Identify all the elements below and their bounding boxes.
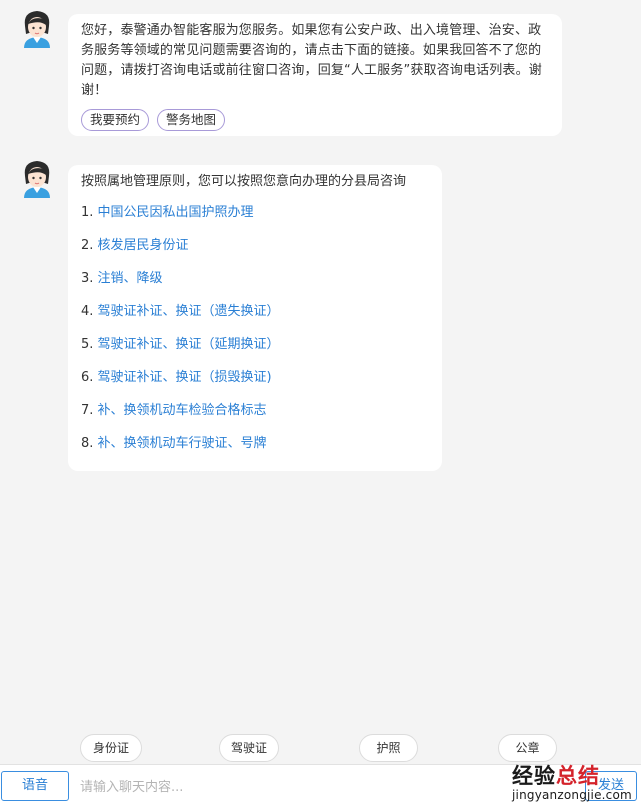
list-number: 3.	[81, 271, 94, 286]
agent-avatar	[24, 11, 50, 48]
quick-reply-passport[interactable]: 护照	[359, 734, 418, 762]
list-item: 1. 中国公民因私出国护照办理	[81, 204, 430, 237]
quick-reply-driver-license[interactable]: 驾驶证	[219, 734, 279, 762]
chat-input[interactable]	[78, 771, 512, 803]
greeting-message-bubble: 您好，泰警通办智能客服为您服务。如果您有公安户政、出入境管理、治安、政务服务等领…	[68, 14, 562, 136]
greeting-action-row: 我要预约 警务地图	[81, 109, 550, 131]
list-number: 8.	[81, 436, 94, 451]
send-button[interactable]: 发送	[585, 771, 637, 801]
list-number: 2.	[81, 238, 94, 253]
reply-intro-text: 按照属地管理原则，您可以按照您意向办理的分县局咨询	[81, 174, 407, 189]
appointment-button[interactable]: 我要预约	[81, 109, 150, 131]
list-number: 7.	[81, 403, 94, 418]
list-item: 3. 注销、降级	[81, 270, 430, 303]
reply-message-bubble: 按照属地管理原则，您可以按照您意向办理的分县局咨询 1. 中国公民因私出国护照办…	[68, 165, 442, 471]
list-number: 1.	[81, 205, 94, 220]
greeting-text: 您好，泰警通办智能客服为您服务。如果您有公安户政、出入境管理、治安、政务服务等领…	[81, 23, 542, 98]
license-damaged-replacement-link[interactable]: 驾驶证补证、换证（损毁换证)	[98, 370, 272, 385]
license-lost-replacement-link[interactable]: 驾驶证补证、换证（遗失换证）	[98, 304, 280, 319]
quick-reply-official-seal[interactable]: 公章	[498, 734, 557, 762]
list-item: 5. 驾驶证补证、换证（延期换证）	[81, 336, 430, 369]
list-item: 7. 补、换领机动车检验合格标志	[81, 402, 430, 435]
list-item: 8. 补、换领机动车行驶证、号牌	[81, 435, 430, 468]
vehicle-license-plate-link[interactable]: 补、换领机动车行驶证、号牌	[98, 436, 267, 451]
voice-button[interactable]: 语音	[1, 771, 69, 801]
list-number: 6.	[81, 370, 94, 385]
inspection-mark-link[interactable]: 补、换领机动车检验合格标志	[98, 403, 267, 418]
chat-input-bar: 语音 发送	[0, 764, 641, 809]
id-card-issue-link[interactable]: 核发居民身份证	[98, 238, 189, 253]
list-item: 2. 核发居民身份证	[81, 237, 430, 270]
service-link-list: 1. 中国公民因私出国护照办理 2. 核发居民身份证 3. 注销、降级 4. 驾…	[81, 204, 430, 468]
agent-avatar	[24, 161, 50, 198]
list-number: 4.	[81, 304, 94, 319]
list-item: 4. 驾驶证补证、换证（遗失换证）	[81, 303, 430, 336]
list-number: 5.	[81, 337, 94, 352]
license-renewal-link[interactable]: 驾驶证补证、换证（延期换证）	[98, 337, 280, 352]
police-map-button[interactable]: 警务地图	[157, 109, 226, 131]
cancel-downgrade-link[interactable]: 注销、降级	[98, 271, 163, 286]
passport-service-link[interactable]: 中国公民因私出国护照办理	[98, 205, 254, 220]
list-item: 6. 驾驶证补证、换证（损毁换证)	[81, 369, 430, 402]
quick-reply-id-card[interactable]: 身份证	[80, 734, 142, 762]
